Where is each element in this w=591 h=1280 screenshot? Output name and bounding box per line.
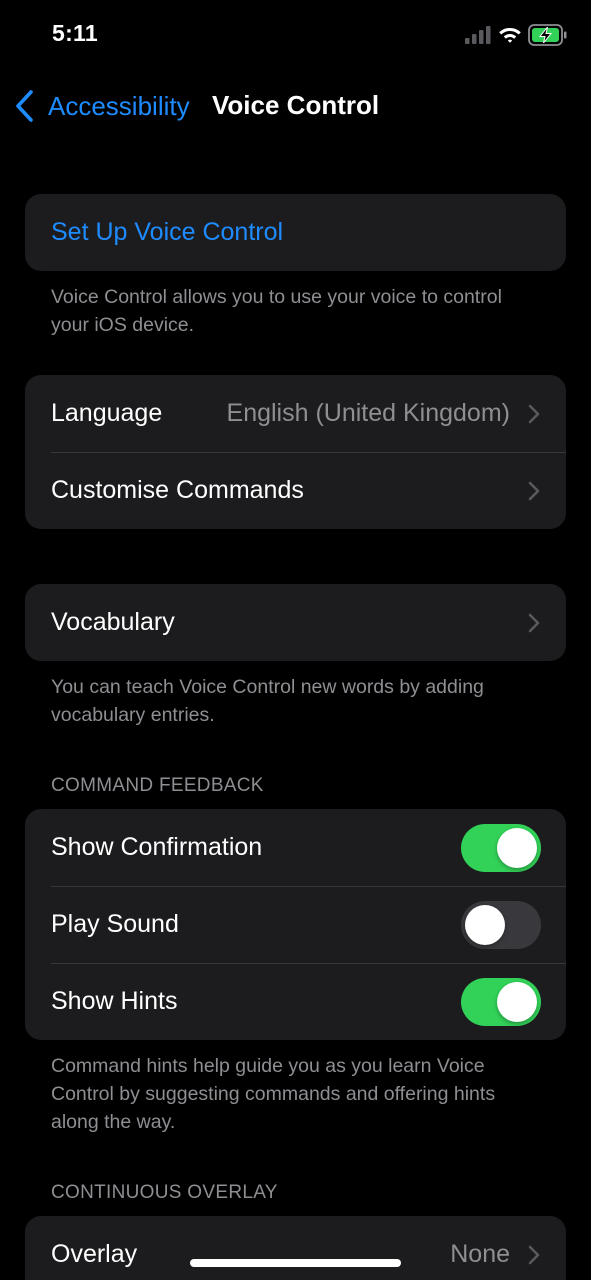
show-hints-label: Show Hints [51,987,178,1015]
play-sound-row: Play Sound [25,886,566,963]
chevron-right-icon [528,481,540,500]
status-bar: 5:11 [0,0,591,70]
language-row[interactable]: Language English (United Kingdom) [25,375,566,452]
chevron-right-icon [528,613,540,632]
page-title: Voice Control [212,90,380,120]
setup-group: Set Up Voice Control [25,194,566,271]
setup-footer: Voice Control allows you to use your voi… [51,286,502,336]
show-confirmation-row: Show Confirmation [25,809,566,886]
overlay-row[interactable]: Overlay None [25,1216,566,1280]
language-label: Language [51,399,163,427]
chevron-right-icon [528,1245,540,1264]
chevron-left-icon [16,90,33,122]
continuous-overlay-group: Overlay None [25,1216,566,1280]
command-feedback-group: Show Confirmation Play Sound Show Hints [25,809,566,1040]
back-button[interactable]: Accessibility [12,88,190,124]
toggle-knob [465,904,505,945]
command-feedback-header: COMMAND FEEDBACK [51,775,264,796]
vocabulary-group: Vocabulary [25,584,566,661]
command-feedback-footer: Command hints help guide you as you lear… [51,1055,496,1133]
customise-commands-label: Customise Commands [51,476,304,504]
setup-voice-control-label: Set Up Voice Control [51,218,284,246]
status-time: 5:11 [52,20,98,46]
language-group: Language English (United Kingdom) Custom… [25,375,566,529]
show-hints-toggle[interactable] [461,977,541,1026]
home-indicator[interactable] [190,1259,401,1267]
show-confirmation-toggle[interactable] [461,823,541,872]
play-sound-label: Play Sound [51,910,179,938]
vocabulary-label: Vocabulary [51,608,175,636]
toggle-knob [497,981,537,1022]
play-sound-toggle[interactable] [461,900,541,949]
vocabulary-footer: You can teach Voice Control new words by… [51,676,484,726]
setup-voice-control-button[interactable]: Set Up Voice Control [25,194,566,271]
wifi-icon [499,28,521,43]
language-value: English (United Kingdom) [226,399,510,427]
overlay-label: Overlay [51,1240,138,1268]
vocabulary-row[interactable]: Vocabulary [25,584,566,661]
back-button-label: Accessibility [48,90,190,121]
show-confirmation-label: Show Confirmation [51,833,263,861]
customise-commands-row[interactable]: Customise Commands [25,452,566,529]
battery-charging-icon [528,24,567,46]
continuous-overlay-header: CONTINUOUS OVERLAY [51,1182,278,1203]
chevron-right-icon [528,404,540,423]
navigation-bar: Accessibility Voice Control [0,80,591,130]
show-hints-row: Show Hints [25,963,566,1040]
toggle-knob [497,827,537,868]
overlay-value: None [450,1240,510,1268]
cellular-signal-icon [465,26,491,44]
